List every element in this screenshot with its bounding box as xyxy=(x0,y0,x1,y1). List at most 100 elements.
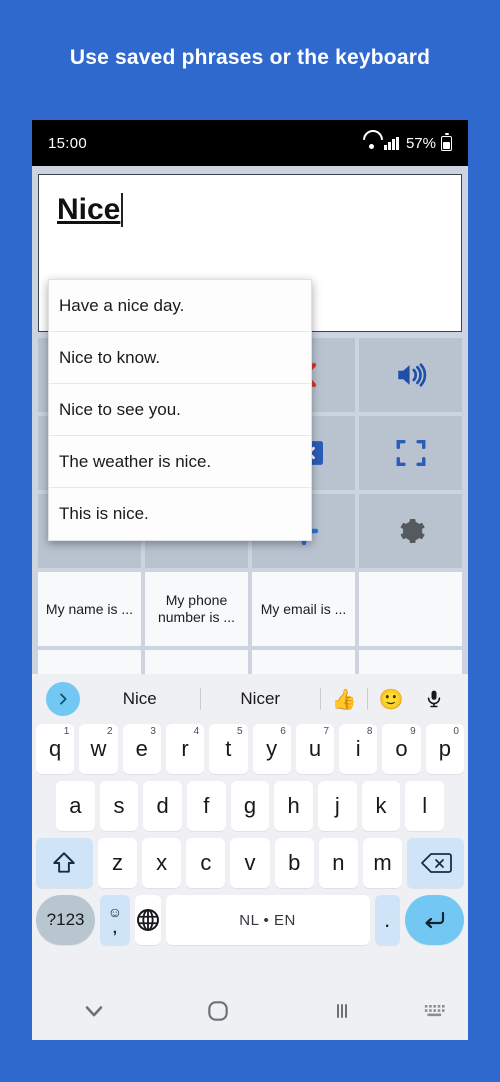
key-q[interactable]: 1q xyxy=(36,724,75,774)
key-b[interactable]: b xyxy=(274,838,314,888)
home-square-icon xyxy=(208,1001,228,1021)
shift-key[interactable] xyxy=(36,838,93,888)
suggestion-word-1[interactable]: Nice xyxy=(80,689,200,709)
keyboard-row-3: z x c v b n m xyxy=(32,838,468,888)
symbols-key[interactable]: ?123 xyxy=(36,895,96,945)
suggestion-item[interactable]: The weather is nice. xyxy=(49,436,311,488)
key-y[interactable]: 6y xyxy=(252,724,291,774)
key-t[interactable]: 5t xyxy=(209,724,248,774)
wifi-icon xyxy=(363,137,379,150)
key-number: 9 xyxy=(410,726,416,737)
key-a[interactable]: a xyxy=(55,781,95,831)
key-d[interactable]: d xyxy=(143,781,182,831)
nav-home-button[interactable] xyxy=(156,998,280,1024)
suggestion-strip: Nice Nicer 👍 🙂 xyxy=(32,674,468,724)
phrase-key-phone[interactable]: My phone number is ... xyxy=(145,572,248,646)
key-label: r xyxy=(181,736,189,761)
suggestion-item[interactable]: Nice to see you. xyxy=(49,384,311,436)
soft-keyboard: Nice Nicer 👍 🙂 1q 2w 3e 4r 5t 6y 7u 8 i … xyxy=(32,674,468,982)
fullscreen-button[interactable] xyxy=(359,416,462,490)
key-number: 5 xyxy=(236,726,243,737)
key-u[interactable]: 7u xyxy=(295,724,335,774)
key-e[interactable]: 3e xyxy=(122,724,161,774)
suggestion-item[interactable]: Nice to know. xyxy=(49,332,311,384)
speaker-icon xyxy=(397,363,426,387)
key-f[interactable]: f xyxy=(187,781,226,831)
key-number: 3 xyxy=(150,726,156,737)
key-number: 1 xyxy=(63,726,70,737)
emoji-key-face: ☺ xyxy=(107,903,122,920)
gear-icon xyxy=(399,519,425,543)
globe-icon xyxy=(136,909,159,931)
key-label: y xyxy=(266,736,278,761)
keyboard-row-2: a s d f g h j k l xyxy=(32,781,468,831)
phrase-key-name[interactable]: My name is ... xyxy=(38,572,141,646)
key-number: 4 xyxy=(193,726,200,737)
key-w[interactable]: 2w xyxy=(79,724,118,774)
key-j[interactable]: j xyxy=(318,781,357,831)
expand-suggestions-button[interactable] xyxy=(46,682,80,716)
key-label: i xyxy=(355,736,361,761)
key-number: 7 xyxy=(323,726,330,737)
key-r[interactable]: 4r xyxy=(165,724,205,774)
key-v[interactable]: v xyxy=(230,838,270,888)
key-p[interactable]: 0p xyxy=(425,724,464,774)
suggestions-dropdown[interactable]: Have a nice day. Nice to know. Nice to s… xyxy=(48,279,312,541)
key-number: 6 xyxy=(280,726,286,737)
recents-icon xyxy=(337,1004,347,1018)
key-o[interactable]: 9o xyxy=(382,724,421,774)
emoji-thumbsup[interactable]: 👍 xyxy=(321,687,367,712)
key-label: t xyxy=(225,736,232,761)
emoji-key[interactable]: ☺ , xyxy=(100,895,130,945)
nav-keyboard-button[interactable] xyxy=(404,1002,468,1020)
suggestion-item[interactable]: This is nice. xyxy=(49,488,311,540)
key-z[interactable]: z xyxy=(97,838,138,888)
backspace-icon xyxy=(420,853,452,873)
phrase-key-email[interactable]: My email is ... xyxy=(252,572,355,646)
battery-percent: 57% xyxy=(405,134,436,152)
key-label: q xyxy=(49,736,62,761)
battery-icon xyxy=(441,133,452,151)
suggestion-item[interactable]: Have a nice day. xyxy=(49,280,311,332)
status-icons: 57% xyxy=(363,133,452,152)
key-label: p xyxy=(438,736,451,761)
enter-icon xyxy=(425,911,445,929)
keyboard-row-4: ?123 ☺ , NL • EN . xyxy=(32,895,468,945)
chevron-right-icon xyxy=(60,693,67,705)
key-l[interactable]: l xyxy=(405,781,445,831)
key-label: u xyxy=(308,736,322,761)
space-key[interactable]: NL • EN xyxy=(165,895,370,945)
status-bar: 15:00 57% xyxy=(32,120,468,166)
key-h[interactable]: h xyxy=(274,781,314,831)
language-key[interactable] xyxy=(134,895,161,945)
key-g[interactable]: g xyxy=(230,781,270,831)
key-c[interactable]: c xyxy=(186,838,226,888)
emoji-smiley[interactable]: 🙂 xyxy=(368,687,414,712)
key-m[interactable]: m xyxy=(362,838,403,888)
phone-frame: 15:00 57% Nice My name is ... My phone n… xyxy=(32,120,468,1040)
voice-input-button[interactable] xyxy=(414,688,454,710)
status-time: 15:00 xyxy=(48,134,88,152)
nav-back-button[interactable] xyxy=(32,997,156,1025)
keyboard-row-1: 1q 2w 3e 4r 5t 6y 7u 8i 9o 0p xyxy=(32,724,468,774)
speak-button[interactable] xyxy=(359,338,462,412)
key-x[interactable]: x xyxy=(142,838,182,888)
keyboard-icon xyxy=(424,1005,445,1017)
key-label: w xyxy=(90,736,107,761)
enter-key[interactable] xyxy=(404,895,464,945)
settings-button[interactable] xyxy=(359,494,462,568)
key-number: 2 xyxy=(107,726,113,737)
key-s[interactable]: s xyxy=(99,781,139,831)
key-i[interactable]: 8i xyxy=(339,724,378,774)
keyboard-backspace-key[interactable] xyxy=(407,838,464,888)
phrase-key-empty-1[interactable] xyxy=(359,572,462,646)
period-key[interactable]: . xyxy=(374,895,400,945)
key-n[interactable]: n xyxy=(318,838,358,888)
shift-icon xyxy=(53,852,76,873)
suggestion-word-2[interactable]: Nicer xyxy=(201,689,321,709)
emoji-key-comma: , xyxy=(112,919,117,937)
key-k[interactable]: k xyxy=(361,781,401,831)
typed-text: Nice xyxy=(57,193,121,226)
emoji-key-stack: ☺ , xyxy=(108,905,122,936)
nav-recents-button[interactable] xyxy=(280,999,404,1023)
